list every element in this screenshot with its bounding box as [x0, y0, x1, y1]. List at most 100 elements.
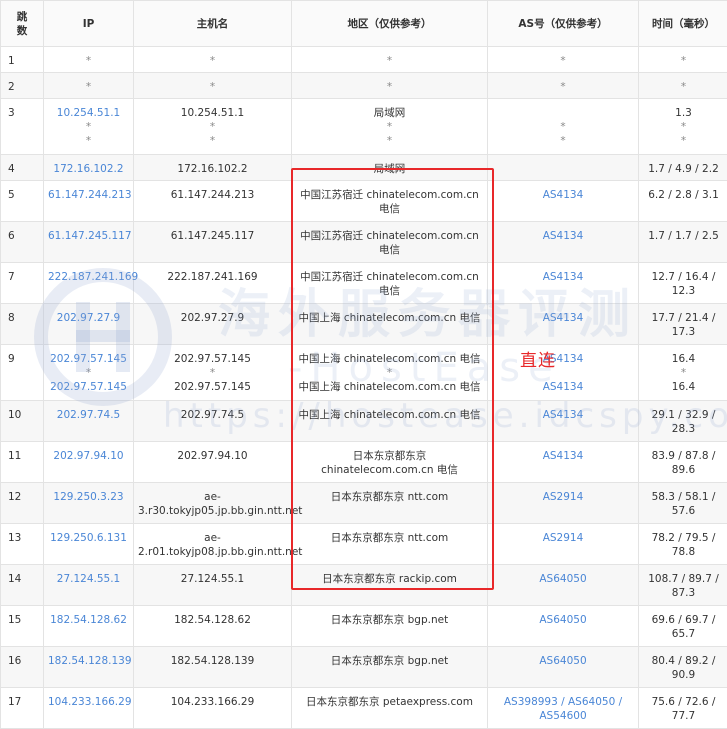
ip-cell-value[interactable]: 61.147.245.117 [48, 229, 129, 243]
ip-cell-value[interactable]: 104.233.166.29 [48, 695, 129, 709]
time-cell: * [639, 47, 727, 73]
hop-cell: 2 [1, 73, 44, 99]
hop-number: 17 [8, 696, 21, 708]
as-cell-value[interactable]: AS4134 [492, 380, 634, 394]
time-cell-value: 29.1 / 32.9 / 28.3 [643, 408, 724, 436]
hop-cell: 15 [1, 606, 44, 647]
host-cell: 202.97.27.9 [134, 304, 292, 345]
host-cell: 61.147.245.117 [134, 222, 292, 263]
as-cell: AS64050 [488, 565, 639, 606]
ip-cell-value[interactable]: 27.124.55.1 [48, 572, 129, 586]
time-cell-value: 75.6 / 72.6 / 77.7 [643, 695, 724, 723]
hop-number: 7 [8, 271, 15, 283]
header-ip: IP [44, 1, 134, 47]
table-header-row: 跳数 IP 主机名 地区（仅供参考） AS号（仅供参考） 时间（毫秒） [1, 1, 727, 47]
hop-cell: 14 [1, 565, 44, 606]
hop-cell: 7 [1, 263, 44, 304]
region-cell-value: * [296, 120, 483, 134]
host-cell-value: 172.16.102.2 [138, 162, 287, 176]
time-cell-value: 58.3 / 58.1 / 57.6 [643, 490, 724, 518]
host-cell: ae-3.r30.tokyjp05.jp.bb.gin.ntt.net [134, 483, 292, 524]
as-cell-value [492, 366, 634, 380]
as-cell: AS4134 [488, 222, 639, 263]
hop-cell: 4 [1, 155, 44, 181]
time-cell: 17.7 / 21.4 / 17.3 [639, 304, 727, 345]
ip-cell-value[interactable]: 172.16.102.2 [48, 162, 129, 176]
ip-cell: 222.187.241.169 [44, 263, 134, 304]
as-cell: AS64050 [488, 647, 639, 688]
time-cell-value: * [643, 366, 724, 380]
as-cell: AS398993 / AS64050 / AS54600 [488, 688, 639, 729]
as-cell-value[interactable]: AS4134 [492, 311, 634, 325]
ip-cell-value[interactable]: 202.97.57.145 [48, 352, 129, 366]
as-cell-value[interactable]: AS398993 / AS64050 / AS54600 [492, 695, 634, 723]
region-cell: * [292, 73, 488, 99]
region-cell: * [292, 47, 488, 73]
region-cell: 中国江苏宿迁 chinatelecom.com.cn 电信 [292, 181, 488, 222]
ip-cell-value[interactable]: 182.54.128.62 [48, 613, 129, 627]
as-cell-value[interactable]: AS64050 [492, 654, 634, 668]
ip-cell-value[interactable]: 129.250.6.131 [48, 531, 129, 545]
time-cell-value: 17.7 / 21.4 / 17.3 [643, 311, 724, 339]
time-cell: 78.2 / 79.5 / 78.8 [639, 524, 727, 565]
as-cell-value[interactable]: AS4134 [492, 352, 634, 366]
ip-cell-value[interactable]: 61.147.244.213 [48, 188, 129, 202]
host-cell: 182.54.128.62 [134, 606, 292, 647]
ip-cell-value[interactable]: 10.254.51.1 [48, 106, 129, 120]
host-cell-value: 10.254.51.1 [138, 106, 287, 120]
time-cell: 58.3 / 58.1 / 57.6 [639, 483, 727, 524]
table-row: 16182.54.128.139182.54.128.139日本东京都东京 bg… [1, 647, 727, 688]
as-cell-value[interactable]: AS4134 [492, 188, 634, 202]
ip-cell-value[interactable]: 222.187.241.169 [48, 270, 129, 284]
as-cell: AS2914 [488, 524, 639, 565]
as-cell: AS2914 [488, 483, 639, 524]
ip-cell-value[interactable]: 202.97.94.10 [48, 449, 129, 463]
region-cell: 中国上海 chinatelecom.com.cn 电信 [292, 401, 488, 442]
region-cell-value: * [296, 366, 483, 380]
time-cell-value: 16.4 [643, 352, 724, 366]
time-cell-value: 83.9 / 87.8 / 89.6 [643, 449, 724, 477]
table-row: 11202.97.94.10202.97.94.10日本东京都东京 chinat… [1, 442, 727, 483]
ip-cell-value[interactable]: 182.54.128.139 [48, 654, 129, 668]
as-cell-value[interactable]: AS64050 [492, 572, 634, 586]
region-cell-value: 中国上海 chinatelecom.com.cn 电信 [296, 408, 483, 422]
hop-number: 10 [8, 409, 21, 421]
as-cell: AS4134 [488, 263, 639, 304]
host-cell: 104.233.166.29 [134, 688, 292, 729]
ip-cell-value: * [48, 54, 129, 68]
as-cell-value[interactable]: AS4134 [492, 270, 634, 284]
as-cell-value[interactable]: AS64050 [492, 613, 634, 627]
ip-cell-value[interactable]: 202.97.57.145 [48, 380, 129, 394]
host-cell-value: 202.97.74.5 [138, 408, 287, 422]
host-cell: 172.16.102.2 [134, 155, 292, 181]
region-cell-value: * [296, 80, 483, 94]
hop-number: 16 [8, 655, 21, 667]
time-cell-value: * [643, 54, 724, 68]
as-cell-value[interactable]: AS2914 [492, 531, 634, 545]
ip-cell-value: * [48, 80, 129, 94]
host-cell: * [134, 47, 292, 73]
as-cell-value[interactable]: AS2914 [492, 490, 634, 504]
region-cell: 日本东京都东京 ntt.com [292, 524, 488, 565]
hop-number: 11 [8, 450, 21, 462]
ip-cell-value[interactable]: 202.97.74.5 [48, 408, 129, 422]
ip-cell: 182.54.128.139 [44, 647, 134, 688]
as-cell-value[interactable]: AS4134 [492, 229, 634, 243]
time-cell: 6.2 / 2.8 / 3.1 [639, 181, 727, 222]
host-cell-value: * [138, 54, 287, 68]
table-row: 310.254.51.1**10.254.51.1**局域网** **1.3** [1, 99, 727, 155]
as-cell-value[interactable]: AS4134 [492, 449, 634, 463]
hop-cell: 12 [1, 483, 44, 524]
ip-cell-value[interactable]: 129.250.3.23 [48, 490, 129, 504]
host-cell-value: ae-3.r30.tokyjp05.jp.bb.gin.ntt.net [138, 490, 287, 518]
region-cell: 中国江苏宿迁 chinatelecom.com.cn 电信 [292, 263, 488, 304]
table-row: 1427.124.55.127.124.55.1日本东京都东京 rackip.c… [1, 565, 727, 606]
host-cell-value: * [138, 134, 287, 148]
time-cell: 80.4 / 89.2 / 90.9 [639, 647, 727, 688]
ip-cell-value[interactable]: 202.97.27.9 [48, 311, 129, 325]
time-cell: 108.7 / 89.7 / 87.3 [639, 565, 727, 606]
hop-number: 12 [8, 491, 21, 503]
region-cell: 中国上海 chinatelecom.com.cn 电信 [292, 304, 488, 345]
time-cell-value: * [643, 134, 724, 148]
as-cell-value[interactable]: AS4134 [492, 408, 634, 422]
